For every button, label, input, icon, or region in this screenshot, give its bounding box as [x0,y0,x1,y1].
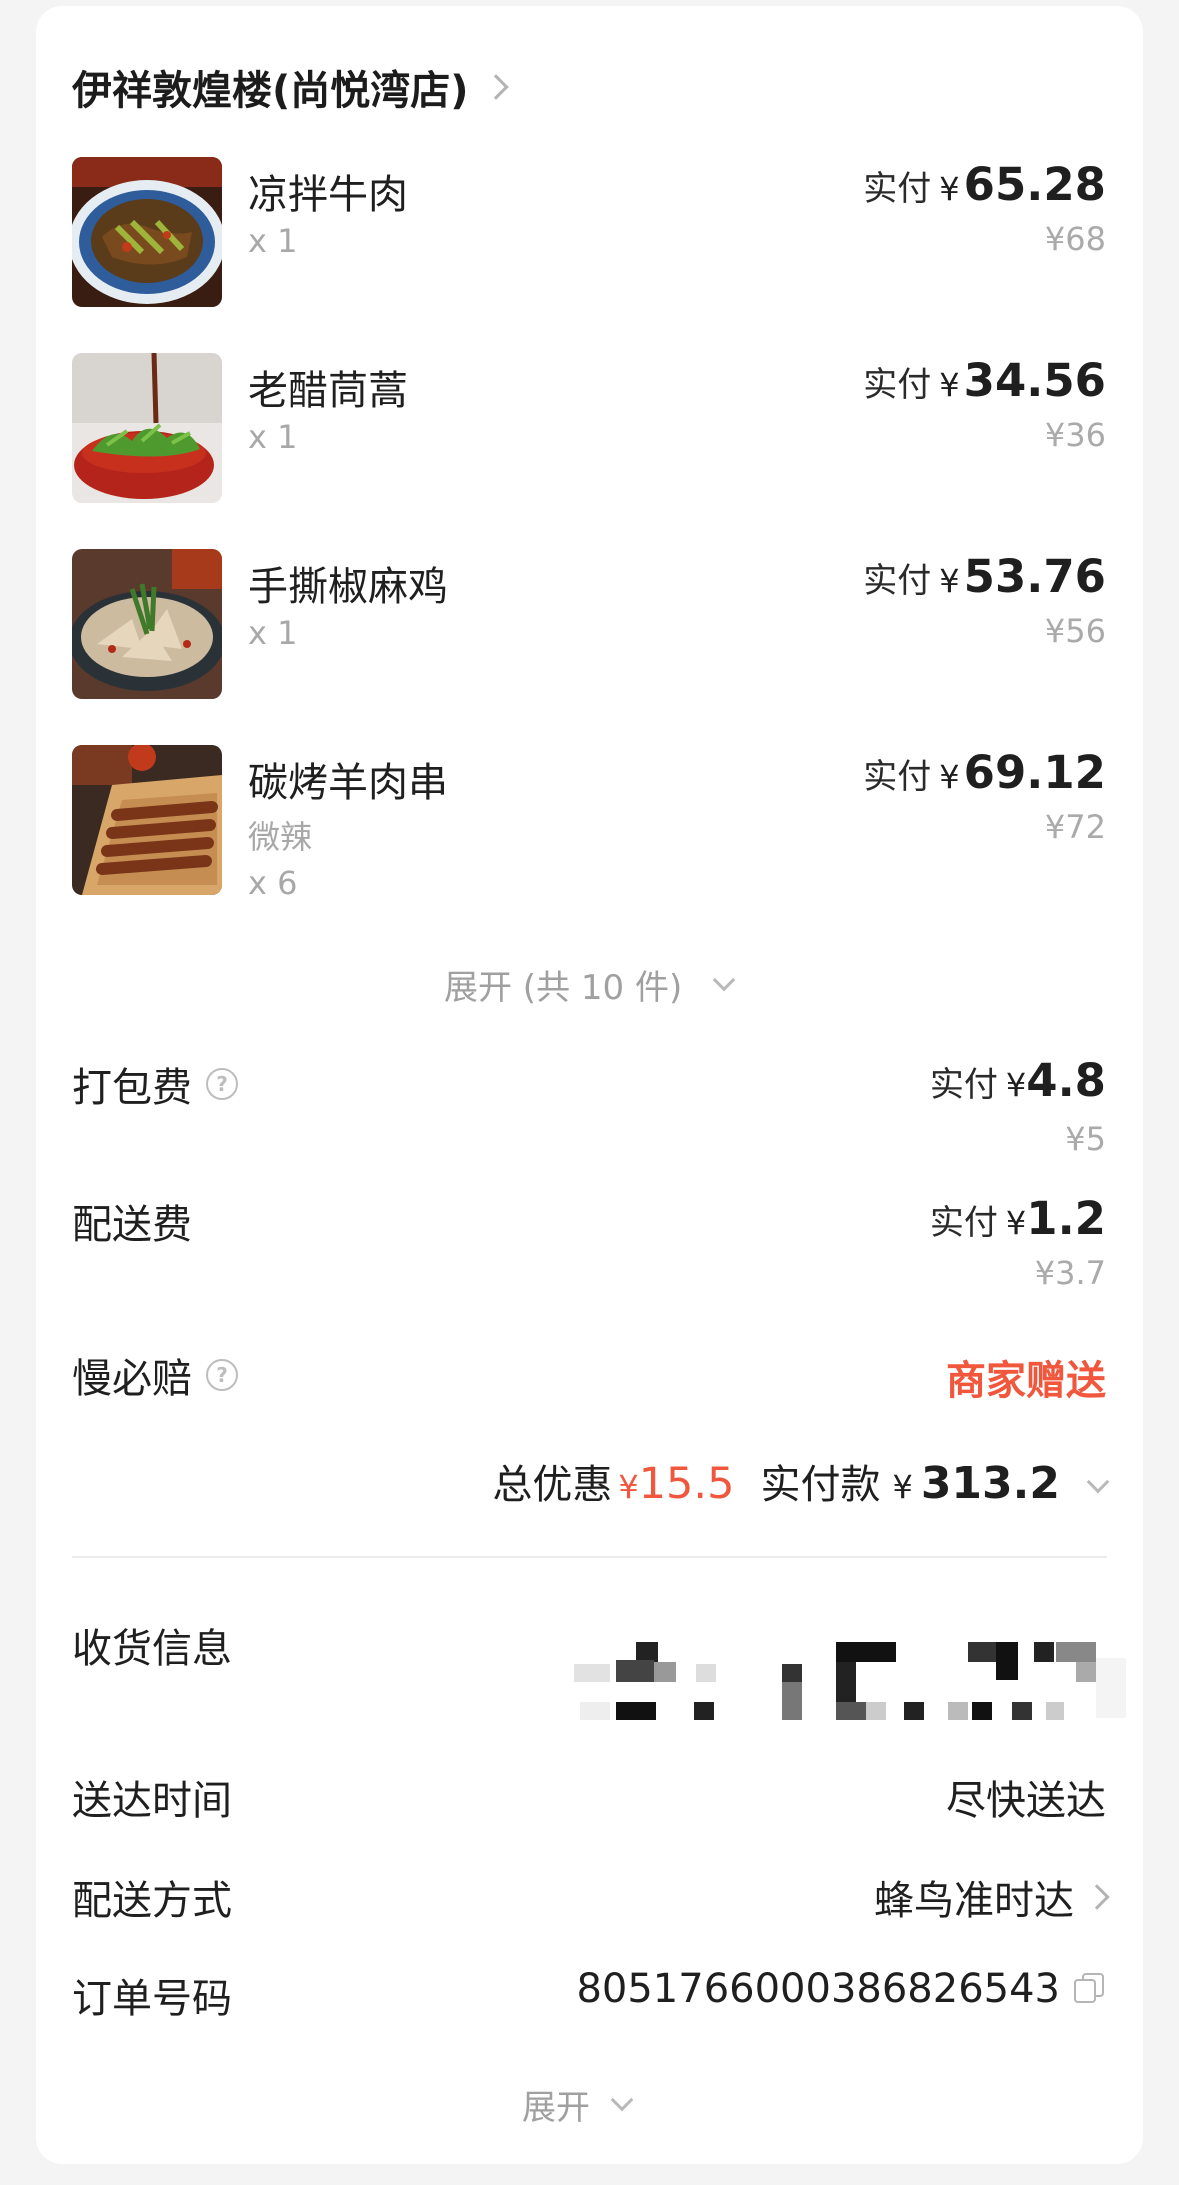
item-name: 凉拌牛肉 [248,172,408,218]
cold-beef-dish-photo [72,157,222,307]
item-image-lamb-skewers[interactable] [72,745,222,895]
item-original-price: ¥68 [1044,220,1106,258]
delivery-fee-label: 配送费 [72,1202,192,1248]
order-number-value: 8051766000386826543 [576,1966,1060,2012]
item-name: 碳烤羊肉串 [248,760,448,806]
yen-symbol: ¥ [939,366,960,404]
item-paid-price: 实付 ¥ 65.28 [863,158,1106,211]
paid-amount: 34.56 [963,354,1106,407]
paid-amount: 69.12 [963,746,1106,799]
paid-label: 实付 [863,561,932,601]
item-paid-price: 实付 ¥ 34.56 [863,354,1106,407]
store-name: 伊祥敦煌楼(尚悦湾店) [72,68,469,114]
late-comp-row: 慢必赔 ? [72,1346,238,1404]
item-qty: x 1 [248,614,298,652]
item-original-price: ¥56 [1044,612,1106,650]
delivery-time-label: 送达时间 [72,1778,232,1824]
delivery-time-value: 尽快送达 [946,1778,1106,1824]
vinegar-greens-dish-photo [72,353,222,503]
store-name-link[interactable]: 伊祥敦煌楼(尚悦湾店) [72,58,509,116]
paid-amount: 1.2 [1026,1192,1106,1245]
yen-symbol: ¥ [618,1468,639,1506]
expand-more-button[interactable]: 展开 [522,2080,634,2129]
item-qty: x 6 [248,864,298,902]
late-comp-label: 慢必赔 [72,1356,192,1402]
item-spec: 微辣 [248,818,313,856]
order-totals[interactable]: 总优惠 ¥ 15.5 实付款 ¥ 313.2 [492,1452,1110,1510]
packing-fee-original: ¥5 [1065,1120,1106,1158]
delivery-method-link[interactable]: 蜂鸟准时达 [874,1868,1110,1926]
chevron-down-icon [712,968,736,991]
help-icon[interactable]: ? [206,1068,238,1100]
yen-symbol: ¥ [1005,1066,1027,1104]
packing-fee-row: 打包费 ? [72,1055,238,1113]
paid-label: 实付 [929,1065,998,1105]
order-detail-card: 伊祥敦煌楼(尚悦湾店) 凉拌牛肉 x 1 实付 ¥ 65.28 ¥68 老醋茼蒿… [36,6,1143,2164]
order-number-row: 8051766000386826543 [576,1966,1106,2012]
delivery-method-label: 配送方式 [72,1878,232,1924]
paid-label: 实付 [863,169,932,209]
address-redacted [556,1612,1156,1722]
total-paid-label: 实付款 [760,1462,881,1508]
paid-label: 实付 [929,1203,998,1243]
total-paid-amount: 313.2 [920,1458,1060,1509]
discount-amount: 15.5 [638,1459,735,1509]
divider [72,1556,1107,1558]
delivery-method-value: 蜂鸟准时达 [874,1878,1074,1924]
address-label: 收货信息 [72,1626,232,1672]
yen-symbol: ¥ [939,170,960,208]
yen-symbol: ¥ [939,758,960,796]
item-name: 手撕椒麻鸡 [248,564,448,610]
paid-amount: 65.28 [963,158,1106,211]
order-number-label: 订单号码 [72,1976,232,2022]
expand-more-label: 展开 [522,2088,590,2128]
chevron-down-icon [610,2088,634,2111]
discount-label: 总优惠 [492,1462,613,1508]
expand-items-button[interactable]: 展开 (共 10 件) [444,960,736,1009]
item-qty: x 1 [248,222,298,260]
yen-symbol: ¥ [892,1468,913,1506]
yen-symbol: ¥ [1005,1204,1027,1242]
lamb-skewers-photo [72,745,222,895]
chevron-right-icon [482,74,509,100]
item-paid-price: 实付 ¥ 53.76 [863,550,1106,603]
pepper-chicken-dish-photo [72,549,222,699]
item-name: 老醋茼蒿 [248,368,408,414]
copy-icon[interactable] [1074,1973,1106,2005]
item-image-pepper-chicken[interactable] [72,549,222,699]
packing-fee-paid: 实付 ¥ 4.8 [930,1054,1106,1107]
paid-amount: 4.8 [1026,1054,1106,1107]
merchant-gift-label: 商家赠送 [946,1358,1106,1404]
expand-items-label: 展开 (共 10 件) [444,968,683,1008]
packing-fee-label: 打包费 [72,1065,192,1111]
delivery-fee-original: ¥3.7 [1034,1254,1106,1292]
paid-label: 实付 [863,365,932,405]
yen-symbol: ¥ [939,562,960,600]
delivery-fee-paid: 实付 ¥ 1.2 [930,1192,1106,1245]
item-image-vinegar-greens[interactable] [72,353,222,503]
item-original-price: ¥72 [1044,808,1106,846]
paid-amount: 53.76 [963,550,1106,603]
item-qty: x 1 [248,418,298,456]
item-image-cold-beef[interactable] [72,157,222,307]
chevron-right-icon [1084,1884,1110,1910]
paid-label: 实付 [863,757,932,797]
item-paid-price: 实付 ¥ 69.12 [863,746,1106,799]
chevron-down-icon [1086,1470,1110,1494]
item-original-price: ¥36 [1044,416,1106,454]
help-icon[interactable]: ? [206,1359,238,1391]
